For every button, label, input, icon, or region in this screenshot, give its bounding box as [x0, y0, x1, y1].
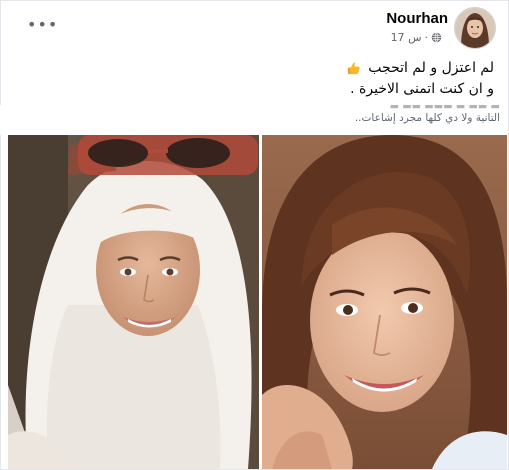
post-text-line-2: و ان كنت اتمنى الاخيرة . — [350, 81, 494, 97]
caption-cropped-line: ▬ ▬▬ ▬ ▬▬▬ ▬▬ ▬ — [389, 105, 500, 112]
meta-separator: · — [424, 31, 429, 44]
post-text: لم اعتزل و لم اتحجب و ان كنت اتمنى الاخي… — [94, 58, 494, 100]
post-meta: 17 س · — [391, 31, 442, 44]
thumbs-up-emoji — [347, 61, 360, 74]
author-name[interactable]: Nourhan — [386, 10, 448, 27]
facebook-post-card: ••• Nourhan 17 س · لم اعتزل و لم اتحجب و… — [0, 0, 509, 470]
shared-photo-grid[interactable] — [8, 135, 507, 469]
photo-woman-short-hair[interactable] — [262, 135, 507, 469]
caption-text: التانية ولا دي كلها مجرد إشاعات.. — [354, 112, 500, 124]
globe-icon — [431, 32, 442, 43]
post-text-line-1: لم اعتزل و لم اتحجب — [94, 58, 494, 79]
more-options-icon[interactable]: ••• — [27, 17, 58, 33]
shared-image-caption: ▬ ▬▬ ▬ ▬▬▬ ▬▬ ▬ التانية ولا دي كلها مجرد… — [0, 105, 508, 135]
post-timestamp[interactable]: 17 س — [391, 31, 422, 44]
photo-woman-in-hijab[interactable] — [8, 135, 259, 469]
author-avatar[interactable] — [454, 7, 496, 49]
